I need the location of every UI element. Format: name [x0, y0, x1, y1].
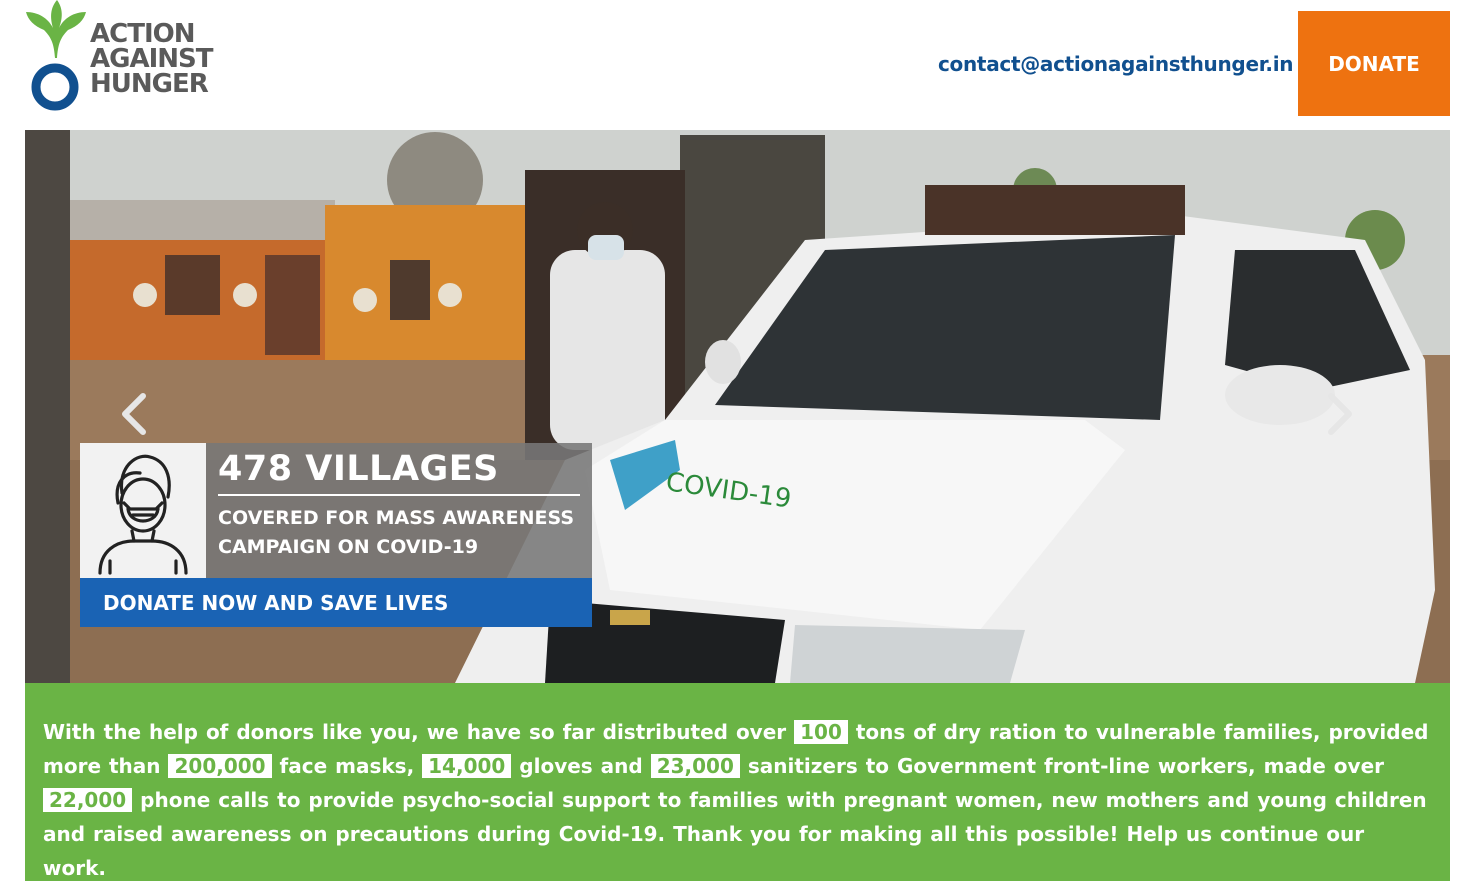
stat-callout: 478 VILLAGES COVERED FOR MASS AWARENESS …: [80, 443, 592, 627]
masked-person-icon: [98, 454, 188, 575]
impact-text: With the help of donors like you, we hav…: [43, 715, 1432, 885]
logo-wordmark: ACTION AGAINST HUNGER: [90, 21, 213, 99]
logo-line-3: HUNGER: [90, 69, 209, 99]
stat-sanitizers: 23,000: [650, 754, 740, 778]
stat-icon-container: [80, 443, 206, 578]
site-header: ACTION AGAINST HUNGER contact@actionagai…: [0, 0, 1467, 128]
stat-masks: 200,000: [168, 754, 272, 778]
stat-callout-body: 478 VILLAGES COVERED FOR MASS AWARENESS …: [80, 443, 592, 578]
leaf-logo-icon: [26, 0, 86, 58]
site-logo[interactable]: ACTION AGAINST HUNGER: [26, 0, 216, 115]
impact-text-1: With the help of donors like you, we hav…: [43, 720, 787, 744]
impact-panel: With the help of donors like you, we hav…: [25, 683, 1450, 881]
donate-now-button[interactable]: DONATE NOW AND SAVE LIVES: [80, 578, 592, 627]
water-drop-logo-icon: [31, 63, 79, 111]
stat-calls: 22,000: [43, 788, 133, 812]
contact-email-link[interactable]: contact@actionagainsthunger.in: [938, 52, 1294, 76]
stat-title: 478 VILLAGES: [218, 449, 499, 489]
hero-slider: COVID-19 478 VILLAGES COVERED FOR MASS A…: [25, 130, 1450, 683]
stat-subtitle: COVERED FOR MASS AWARENESS CAMPAIGN ON C…: [218, 507, 575, 558]
stat-gloves: 14,000: [422, 754, 512, 778]
impact-text-5: sanitizers to Government front-line work…: [747, 754, 1384, 778]
stat-divider: [218, 494, 580, 496]
chevron-left-icon[interactable]: [117, 392, 153, 436]
donate-button[interactable]: DONATE: [1298, 11, 1450, 116]
impact-text-6: phone calls to provide psycho-social sup…: [43, 788, 1427, 880]
stat-tons: 100: [794, 720, 848, 744]
impact-text-4: gloves and: [519, 754, 643, 778]
chevron-right-icon[interactable]: [1321, 392, 1357, 436]
impact-text-3: face masks,: [279, 754, 415, 778]
